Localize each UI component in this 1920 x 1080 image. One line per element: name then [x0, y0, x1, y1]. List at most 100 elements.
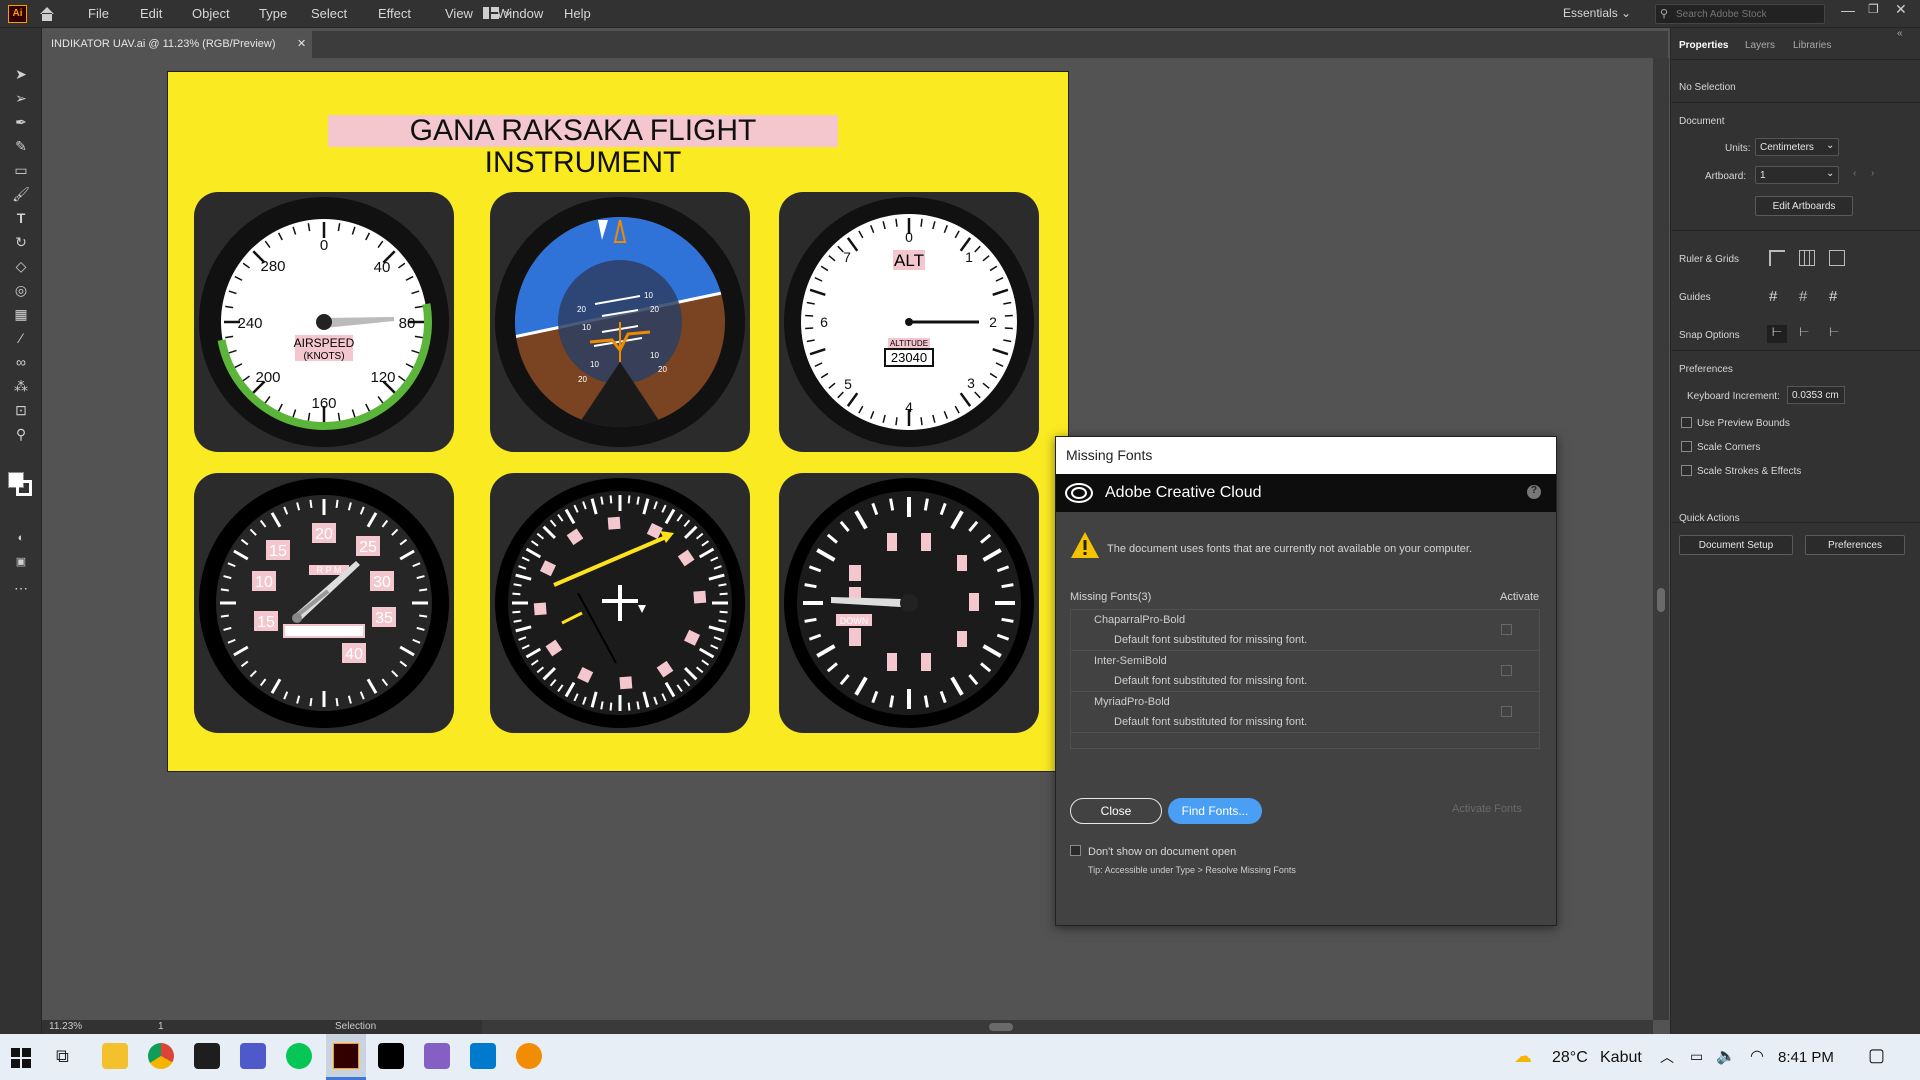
eraser-tool-icon[interactable]: ◇	[10, 258, 32, 276]
search-input[interactable]	[1676, 7, 1816, 21]
use-preview-bounds-checkbox[interactable]	[1681, 417, 1692, 428]
artboard[interactable]: GANA RAKSAKA FLIGHT INSTRUMENT 0 40 80 1…	[167, 71, 1069, 772]
close-tab-icon[interactable]: ✕	[297, 37, 306, 50]
menu-select[interactable]: Select	[311, 6, 347, 21]
shape-builder-tool-icon[interactable]: ◎	[10, 282, 32, 300]
menu-file[interactable]: File	[88, 6, 109, 21]
snap-to-pixel-icon[interactable]: ⊢	[1829, 325, 1839, 339]
eyedropper-tool-icon[interactable]: ⁄	[10, 330, 32, 348]
rectangle-tool-icon[interactable]: ▭	[10, 162, 32, 180]
vscode-icon[interactable]	[470, 1043, 496, 1069]
chrome-icon[interactable]	[148, 1043, 174, 1069]
artboard-dropdown[interactable]: 1 ⌄	[1755, 166, 1839, 184]
direct-selection-tool-icon[interactable]: ➢	[10, 90, 32, 108]
tab-layers[interactable]: Layers	[1745, 40, 1775, 51]
tach-label: 30	[373, 574, 391, 591]
tab-properties[interactable]: Properties	[1679, 40, 1728, 51]
file-explorer-icon[interactable]	[102, 1043, 128, 1069]
smart-guides-icon[interactable]: #	[1829, 288, 1837, 305]
arrange-documents-icon[interactable]	[483, 7, 513, 21]
horizontal-scroll-thumb[interactable]	[989, 1023, 1013, 1031]
drawing-mode-icon[interactable]: ◐	[10, 532, 32, 550]
zoom-tool-icon[interactable]: ⚲	[10, 426, 32, 444]
activate-font-checkbox[interactable]	[1501, 624, 1512, 635]
menu-type[interactable]: Type	[259, 6, 287, 21]
activate-font-checkbox[interactable]	[1501, 665, 1512, 676]
fl-studio-icon[interactable]	[516, 1043, 542, 1069]
screen-mode-icon[interactable]: ▣	[10, 555, 32, 573]
tab-libraries[interactable]: Libraries	[1793, 40, 1831, 51]
weather-temp[interactable]: 28°C	[1552, 1049, 1588, 1067]
activate-font-checkbox[interactable]	[1501, 706, 1512, 717]
prev-artboard-icon[interactable]: ‹	[1853, 168, 1856, 179]
activate-fonts-button[interactable]: Activate Fonts	[1452, 803, 1522, 815]
show-guides-icon[interactable]: #	[1769, 288, 1777, 305]
more-tools-icon[interactable]: ⋯	[10, 580, 32, 598]
ruler-icon[interactable]	[1769, 250, 1785, 266]
type-tool-icon[interactable]: T	[10, 210, 32, 228]
paintbrush-tool-icon[interactable]: 🖌	[10, 186, 32, 204]
wifi-icon[interactable]: ◠	[1750, 1046, 1764, 1066]
artboard-number[interactable]: 1	[158, 1021, 164, 1032]
close-button[interactable]: Close	[1070, 798, 1162, 824]
minimize-button[interactable]: —	[1841, 2, 1855, 18]
stroke-swatch[interactable]	[16, 480, 32, 496]
menu-effect[interactable]: Effect	[378, 6, 411, 21]
clock[interactable]: 8:41 PM	[1778, 1049, 1834, 1066]
artboard-tool-icon[interactable]: ⊡	[10, 402, 32, 420]
keyboard-increment-field[interactable]	[1787, 386, 1845, 404]
stock-search[interactable]: ⚲	[1655, 4, 1825, 24]
weather-desc[interactable]: Kabut	[1600, 1049, 1642, 1067]
help-icon[interactable]: ?	[1527, 485, 1541, 499]
horizontal-scrollbar[interactable]	[481, 1020, 1653, 1034]
blend-tool-icon[interactable]: ∞	[10, 354, 32, 372]
notification-icon[interactable]: ▢	[1868, 1045, 1885, 1066]
vertical-scroll-thumb[interactable]	[1657, 588, 1665, 612]
weather-icon[interactable]: ☁	[1514, 1046, 1532, 1067]
line-icon[interactable]	[286, 1043, 312, 1069]
battery-icon[interactable]: ▭	[1690, 1048, 1703, 1065]
units-dropdown[interactable]: Centimeters ⌄	[1755, 138, 1839, 156]
visual-studio-icon[interactable]	[424, 1043, 450, 1069]
selection-tool-icon[interactable]: ➤	[10, 66, 32, 84]
pen-tool-icon[interactable]: ✒	[10, 114, 32, 132]
snap-to-grid-icon[interactable]: ⊢	[1799, 325, 1809, 339]
gradient-tool-icon[interactable]: ▦	[10, 306, 32, 324]
curvature-tool-icon[interactable]: ✎	[10, 138, 32, 156]
edit-artboards-button[interactable]: Edit Artboards	[1755, 196, 1853, 216]
menu-help[interactable]: Help	[564, 6, 591, 21]
snap-to-point-icon[interactable]: ⊢	[1767, 325, 1787, 343]
zoom-level[interactable]: 11.23%	[49, 1021, 82, 1032]
next-artboard-icon[interactable]: ›	[1871, 168, 1874, 179]
scale-strokes-checkbox[interactable]	[1681, 465, 1692, 476]
menu-object[interactable]: Object	[192, 6, 230, 21]
rotate-tool-icon[interactable]: ↻	[10, 234, 32, 252]
lock-guides-icon[interactable]: #	[1799, 288, 1807, 305]
scale-corners-checkbox[interactable]	[1681, 441, 1692, 452]
illustrator-active[interactable]	[326, 1034, 366, 1080]
preferences-button[interactable]: Preferences	[1805, 535, 1905, 555]
find-fonts-button[interactable]: Find Fonts...	[1168, 798, 1262, 824]
restore-button[interactable]: ❐	[1868, 2, 1879, 16]
document-setup-button[interactable]: Document Setup	[1679, 535, 1793, 555]
close-window-button[interactable]: ✕	[1895, 1, 1907, 18]
home-icon[interactable]	[38, 5, 56, 23]
menu-view[interactable]: View	[445, 6, 473, 21]
windows-start-icon[interactable]	[11, 1048, 31, 1068]
symbol-sprayer-tool-icon[interactable]: ⁂	[10, 378, 32, 396]
volume-icon[interactable]: 🔈	[1716, 1046, 1736, 1066]
app-logo[interactable]: Ai	[8, 5, 27, 23]
chevron-up-icon[interactable]: ︿	[1660, 1047, 1674, 1067]
teams-icon[interactable]	[240, 1043, 266, 1069]
workspace-switcher[interactable]: Essentials ⌄	[1563, 6, 1633, 22]
vertical-scrollbar[interactable]	[1653, 58, 1669, 1020]
pixel-grid-icon[interactable]	[1829, 250, 1845, 266]
artboard-value: 1	[1760, 170, 1766, 181]
menu-edit[interactable]: Edit	[140, 6, 162, 21]
grid-icon[interactable]	[1799, 250, 1815, 266]
figma-icon[interactable]	[194, 1043, 220, 1069]
document-tab[interactable]: INDIKATOR UAV.ai @ 11.23% (RGB/Preview) …	[42, 31, 312, 58]
dont-show-checkbox[interactable]	[1070, 845, 1081, 856]
task-view-icon[interactable]: ⧉	[56, 1046, 69, 1067]
intellij-icon[interactable]	[378, 1043, 404, 1069]
